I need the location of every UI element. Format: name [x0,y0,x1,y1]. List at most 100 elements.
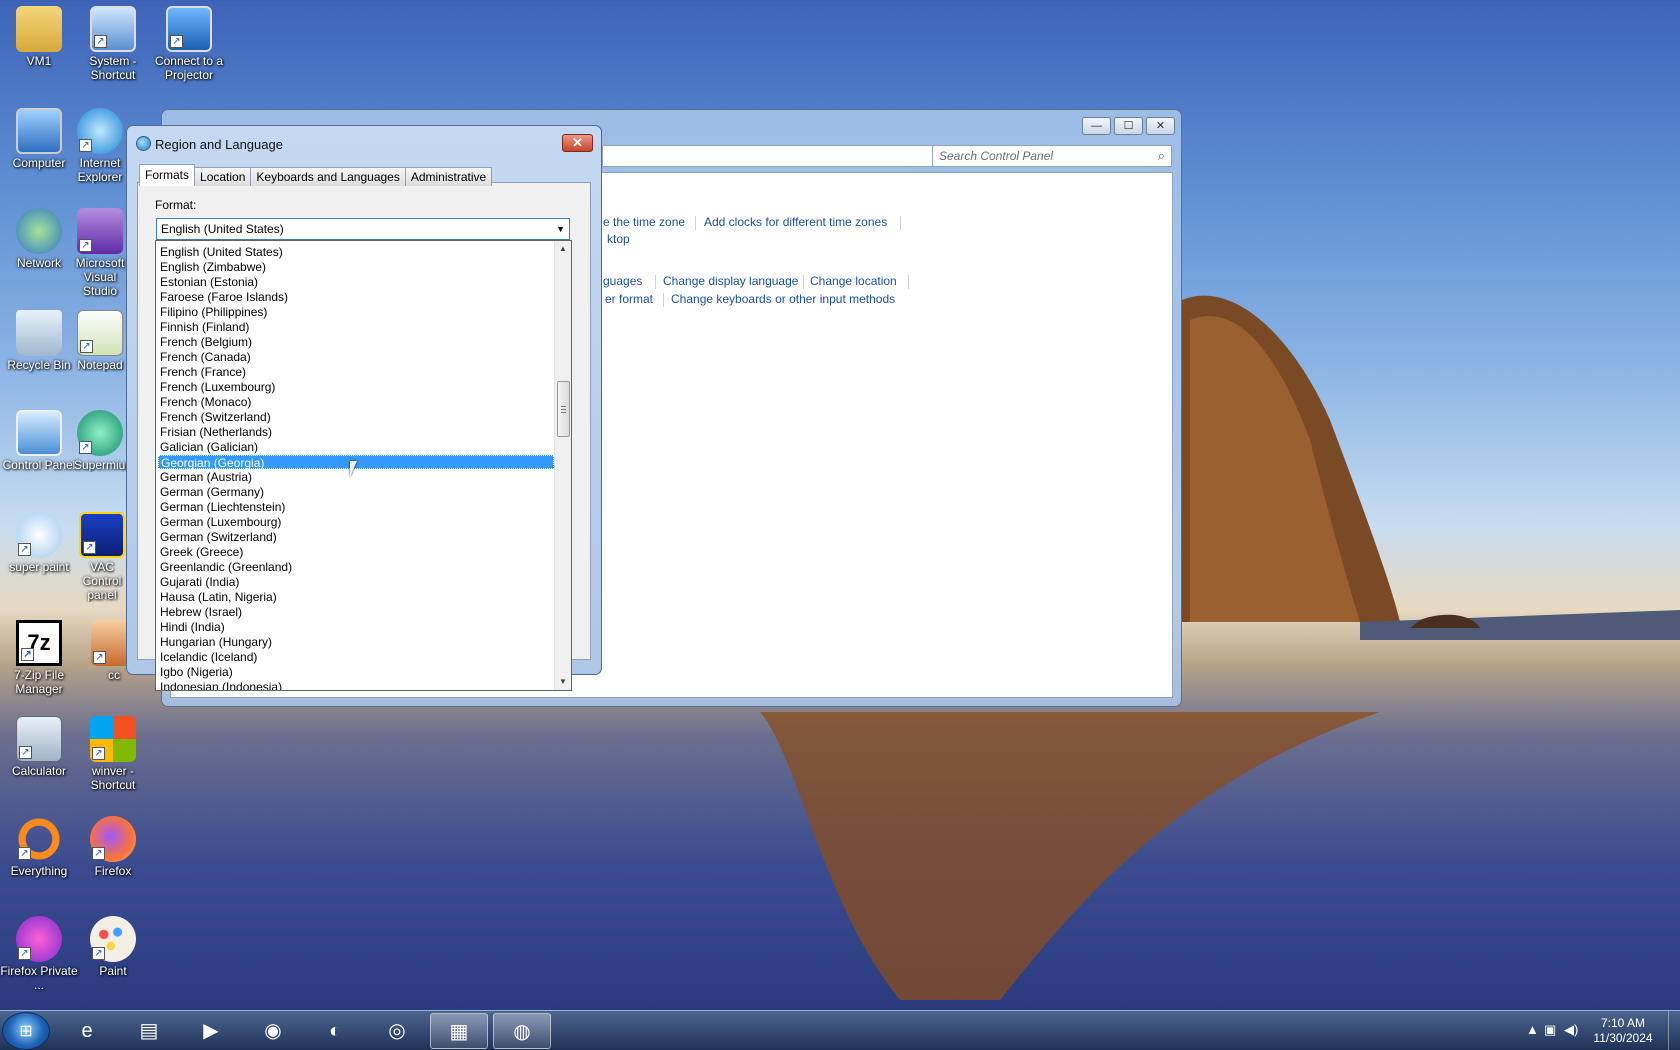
desktop-icon-recycle-bin[interactable]: Recycle Bin [0,310,78,372]
desktop-icon-control-panel[interactable]: Control Panel [0,410,78,472]
dropdown-scrollbar[interactable]: ▲ ▼ [554,241,571,690]
dialog-close-button[interactable]: ✕ [562,134,593,152]
desktop-icon-projector[interactable]: ↗ Connect to a Projector [150,6,228,82]
show-desktop-button[interactable] [1668,1011,1680,1050]
clock[interactable]: 7:10 AM 11/30/2024 [1588,1016,1658,1046]
volume-icon[interactable]: ◀) [1564,1022,1578,1038]
tab-strip: Formats Location Keyboards and Languages… [139,164,493,186]
tab-administrative[interactable]: Administrative [404,167,493,186]
desktop-icon-visual-studio[interactable]: ↗ Microsoft Visual Studio [74,208,126,298]
dropdown-option[interactable]: French (Canada) [158,350,554,364]
visual-studio-icon: ↗ [77,208,123,254]
link-change-time-zone[interactable]: e the time zone [603,215,685,229]
dropdown-option[interactable]: English (Zimbabwe) [158,260,554,274]
firefox-private-icon: ↗ [16,916,62,962]
desktop-icon-computer[interactable]: Computer [0,108,78,170]
search-icon[interactable]: ⌕ [1158,148,1165,164]
desktop-icon-7zip[interactable]: 7z ↗ 7-Zip File Manager [0,620,78,696]
window-controls: — ☐ ✕ [1082,117,1175,135]
desktop-icon-network[interactable]: Network [0,208,78,270]
dropdown-option[interactable]: French (Monaco) [158,395,554,409]
format-selected-value: English (United States) [161,222,284,236]
control-panel-icon: ▦ [449,1021,469,1043]
dropdown-option[interactable]: German (Switzerland) [158,530,554,544]
dropdown-option[interactable]: French (Luxembourg) [158,380,554,394]
taskbar-file-explorer-button[interactable]: ▤ [120,1013,178,1049]
link-add-clocks[interactable]: Add clocks for different time zones [704,215,887,229]
chevron-up-icon[interactable]: ▲ [1526,1022,1539,1037]
dropdown-option[interactable]: Faroese (Faroe Islands) [158,290,554,304]
start-button[interactable]: ⊞ [2,1012,50,1050]
dropdown-option[interactable]: German (Luxembourg) [158,515,554,529]
dropdown-option[interactable]: Hebrew (Israel) [158,605,554,619]
dropdown-option[interactable]: French (Switzerland) [158,410,554,424]
dropdown-option[interactable]: Igbo (Nigeria) [158,665,554,679]
minimize-button[interactable]: — [1082,117,1111,135]
desktop-icon-firefox[interactable]: ↗ Firefox [74,816,152,878]
vac-control-panel-icon: ↗ [79,512,125,558]
desktop-icon-winver[interactable]: ↗ winver - Shortcut [74,716,152,792]
taskbar-firefox-button[interactable]: ◉ [244,1013,302,1049]
dropdown-option[interactable]: German (Germany) [158,485,554,499]
dropdown-option[interactable]: Gujarati (India) [158,575,554,589]
desktop-icon-supermium[interactable]: ↗ Supermium [74,410,126,472]
dropdown-option[interactable]: Indonesian (Indonesia) [158,680,554,690]
link-change-display-language[interactable]: Change display language [663,274,798,288]
desktop-icon-vac-control-panel[interactable]: ↗ VAC Control panel [74,512,130,602]
scroll-up-icon[interactable]: ▲ [555,241,571,257]
taskbar-internet-explorer-button[interactable]: e [58,1013,116,1049]
system-tray: ▲ ▣ ◀) 7:10 AM 11/30/2024 [1520,1011,1680,1050]
chevron-down-icon[interactable]: ▼ [556,224,565,234]
dropdown-option[interactable]: Filipino (Philippines) [158,305,554,319]
format-combobox[interactable]: English (United States) ▼ [156,218,570,240]
desktop-icon-everything[interactable]: ↗ Everything [0,816,78,878]
taskbar-firefox-private-button[interactable]: ◎ [368,1013,426,1049]
firefox-icon: ↗ [90,816,136,862]
dropdown-option[interactable]: Frisian (Netherlands) [158,425,554,439]
dropdown-option[interactable]: Icelandic (Iceland) [158,650,554,664]
dropdown-option[interactable]: Greek (Greece) [158,545,554,559]
taskbar-control-panel-button[interactable]: ▦ [430,1013,488,1049]
dropdown-option[interactable]: Finnish (Finland) [158,320,554,334]
desktop-icon-paint[interactable]: ↗ Paint [74,916,152,978]
taskbar-supermium-button[interactable]: ◐ [306,1013,364,1049]
desktop-icon-firefox-private[interactable]: ↗ Firefox Private ... [0,916,78,992]
tab-keyboards-languages[interactable]: Keyboards and Languages [250,167,406,186]
tab-location[interactable]: Location [194,167,252,186]
media-player-icon: ▶ [203,1020,219,1042]
dropdown-option[interactable]: German (Liechtenstein) [158,500,554,514]
dropdown-option[interactable]: Galician (Galician) [158,440,554,454]
tab-formats[interactable]: Formats [139,164,196,186]
dropdown-option[interactable]: Hungarian (Hungary) [158,635,554,649]
link-change-format[interactable]: er format [605,292,653,306]
projector-icon: ↗ [166,6,212,52]
network-icon[interactable]: ▣ [1544,1022,1556,1038]
taskbar-media-player-button[interactable]: ▶ [182,1013,240,1049]
scroll-down-icon[interactable]: ▼ [555,674,571,690]
link-change-keyboards[interactable]: Change keyboards or other input methods [671,292,895,306]
link-change-location[interactable]: Change location [810,274,897,288]
dropdown-option[interactable]: Hindi (India) [158,620,554,634]
close-button[interactable]: ✕ [1146,117,1175,135]
mouse-cursor-icon [350,461,364,477]
windows-logo-icon: ⊞ [19,1023,33,1040]
maximize-button[interactable]: ☐ [1114,117,1143,135]
search-input[interactable]: Search Control Panel ⌕ [932,145,1172,167]
desktop-icon-internet-explorer[interactable]: ↗ Internet Explorer [74,108,126,184]
desktop-icon-super-paint[interactable]: ↗ super paint [0,512,78,574]
link-desktop[interactable]: ktop [607,232,630,246]
dropdown-option[interactable]: Estonian (Estonia) [158,275,554,289]
dropdown-option[interactable]: French (Belgium) [158,335,554,349]
format-label: Format: [155,198,197,212]
desktop-icon-system-shortcut[interactable]: ↗ System - Shortcut [74,6,152,82]
scroll-thumb[interactable] [557,381,570,437]
dropdown-option[interactable]: French (France) [158,365,554,379]
desktop-icon-calculator[interactable]: ↗ Calculator [0,716,78,778]
dropdown-option[interactable]: English (United States) [158,245,554,259]
desktop-icon-vm1[interactable]: VM1 [0,6,78,68]
desktop-icon-notepad[interactable]: ↗ Notepad [74,310,126,372]
taskbar-region-language-button[interactable]: ◍ [493,1013,551,1049]
link-languages[interactable]: guages [603,274,642,288]
dropdown-option[interactable]: Greenlandic (Greenland) [158,560,554,574]
dropdown-option[interactable]: Hausa (Latin, Nigeria) [158,590,554,604]
